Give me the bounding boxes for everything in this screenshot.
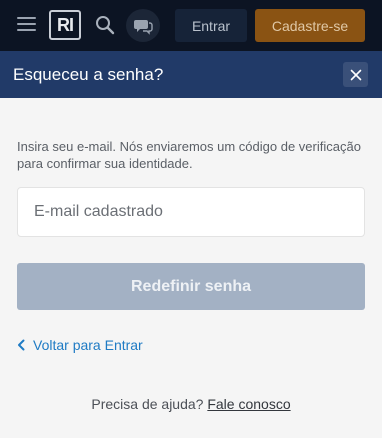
search-icon[interactable] [94,14,116,36]
chevron-left-icon [18,339,25,351]
instructions-text: Insira seu e-mail. Nós enviaremos um cód… [17,139,361,171]
contact-us-link[interactable]: Fale conosco [207,396,290,412]
back-to-login-link[interactable]: Voltar para Entrar [17,336,143,354]
login-button[interactable]: Entrar [175,9,247,42]
modal-title: Esqueceu a senha? [13,65,164,84]
close-icon[interactable] [343,62,368,87]
chat-icon[interactable] [126,9,160,42]
back-to-login-label: Voltar para Entrar [33,337,143,353]
email-field[interactable] [17,187,365,237]
menu-icon[interactable] [17,17,36,32]
signup-button[interactable]: Cadastre-se [255,9,365,42]
help-prefix: Precisa de ajuda? [91,396,204,412]
help-text: Precisa de ajuda? Fale conosco [0,396,382,412]
top-navbar: RI Entrar Cadastre-se [0,0,382,51]
reset-password-button[interactable]: Redefinir senha [17,263,365,310]
site-logo[interactable]: RI [49,10,81,40]
modal-header: Esqueceu a senha? [0,51,382,98]
